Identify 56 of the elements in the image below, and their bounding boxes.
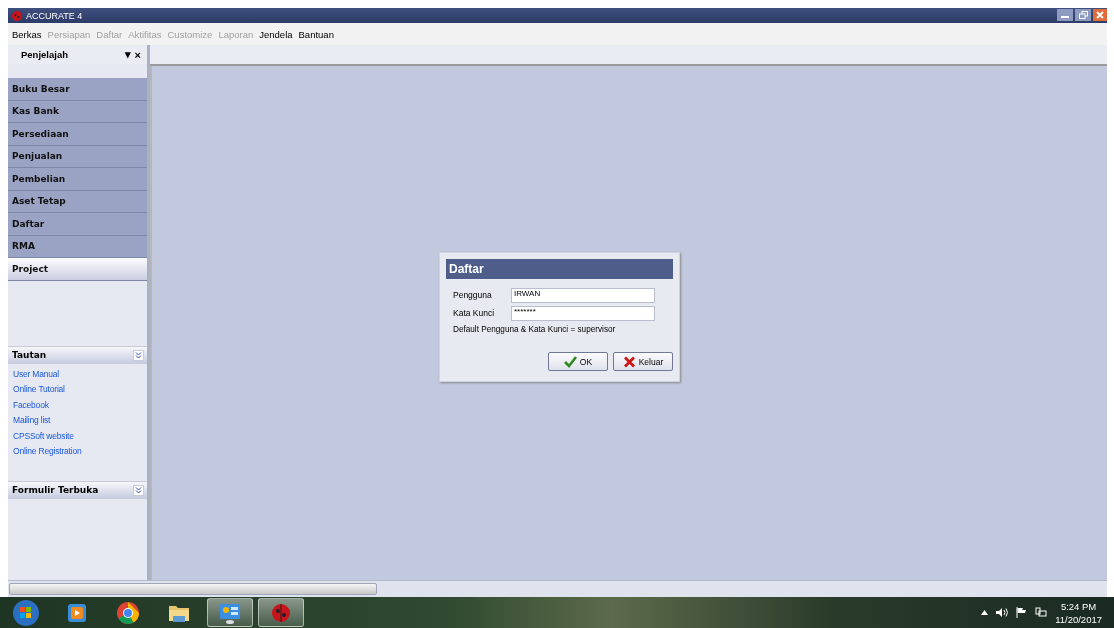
field-label: Pengguna: [453, 290, 493, 300]
taskbar-button[interactable]: [207, 598, 253, 627]
nav-item[interactable]: Project: [8, 258, 147, 281]
cancel-button[interactable]: Keluar: [613, 352, 673, 371]
expand-button[interactable]: [133, 484, 144, 496]
expand-button[interactable]: [133, 349, 144, 361]
nav-item[interactable]: Daftar: [8, 213, 147, 236]
x-icon: [622, 355, 636, 368]
link[interactable]: User Manual: [13, 368, 147, 384]
nav-item[interactable]: RMA: [8, 235, 147, 258]
minimize-button[interactable]: [1057, 9, 1073, 21]
nav-item[interactable]: Buku Besar: [8, 78, 147, 101]
check-icon: [563, 355, 577, 368]
nav-item[interactable]: Pembelian: [8, 168, 147, 191]
section-title: Tautan: [12, 350, 47, 360]
window-title: ACCURATE 4: [26, 10, 83, 21]
caret-up-icon: [981, 610, 989, 615]
dropdown-button[interactable]: ▾: [122, 48, 133, 61]
taskbar-button[interactable]: [258, 598, 304, 627]
dialog-title: Daftar: [446, 259, 673, 279]
windows-logo-icon: [12, 598, 40, 627]
panel-title: Penjelajah: [21, 49, 69, 60]
speaker-icon: [996, 607, 1009, 618]
close-button[interactable]: [1093, 9, 1107, 21]
nav-item[interactable]: Aset Tetap: [8, 190, 147, 213]
ok-button[interactable]: OK: [548, 352, 608, 371]
restore-button[interactable]: [1075, 9, 1091, 21]
input-field[interactable]: *******: [511, 305, 655, 321]
close-icon: [1096, 11, 1104, 19]
clock-date: 11/20/2017: [1055, 612, 1102, 626]
menu-item[interactable]: Jendela: [259, 28, 293, 40]
link[interactable]: CPSSoft website: [13, 430, 147, 446]
section-title: Formulir Terbuka: [12, 485, 99, 495]
scroll-bar[interactable]: [8, 580, 1107, 597]
chevron-down-icon: [135, 486, 142, 494]
link[interactable]: Facebook: [13, 399, 147, 415]
link[interactable]: Online Registration: [13, 446, 147, 462]
restore-icon: [1078, 11, 1088, 19]
browser-icon: [116, 600, 140, 625]
network-icon: [1035, 607, 1048, 618]
menu-item[interactable]: Berkas: [12, 28, 42, 40]
hint-text: Default Pengguna & Kata Kunci = supervisor: [452, 324, 617, 334]
link[interactable]: Mailing list: [13, 415, 147, 431]
clock-time: 5:24 PM: [1060, 599, 1097, 613]
flag-icon: [1016, 607, 1028, 618]
chevron-down-icon: [135, 351, 142, 359]
ladybug-icon: [12, 10, 22, 21]
field-label: Kata Kunci: [453, 308, 496, 318]
input-field[interactable]: IRWAN: [511, 287, 655, 303]
close-button[interactable]: ×: [132, 48, 143, 61]
nav-item[interactable]: Penjualan: [8, 145, 147, 168]
scroll-thumb[interactable]: [9, 583, 377, 595]
menu-item[interactable]: Bantuan: [298, 28, 334, 40]
nav-item[interactable]: Kas Bank: [8, 100, 147, 123]
nav-item[interactable]: Persediaan: [8, 123, 147, 146]
link[interactable]: Online Tutorial: [13, 384, 147, 400]
